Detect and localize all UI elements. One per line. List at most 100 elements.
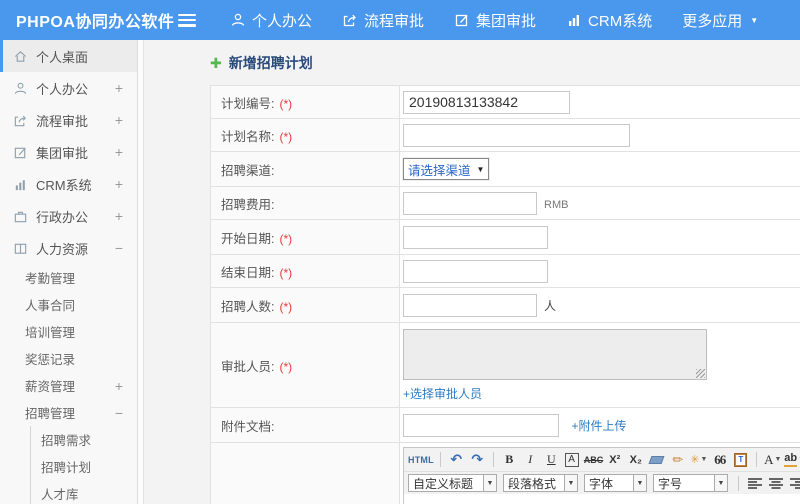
editor-content-area[interactable] (404, 494, 800, 504)
fee-input[interactable] (403, 191, 537, 215)
nav-more-apps[interactable]: 更多应用 ▼ (682, 10, 758, 31)
expand-icon[interactable]: + (115, 176, 123, 192)
top-nav: 个人办公 流程审批 集团审批 CRM系统 更多应用 ▼ (230, 10, 758, 31)
sidebar-item-talent-pool[interactable]: 人才库 (31, 480, 137, 504)
fee-unit: RMB (544, 199, 569, 211)
menu-icon[interactable] (178, 13, 196, 27)
paste-icon[interactable]: T (731, 450, 750, 469)
recruit-plan-form: 计划编号: (*) 计划名称: (*) 招聘渠道: 请选择渠道 ▼ 招聘费用: RM… (210, 85, 800, 504)
plan-no-input[interactable] (403, 90, 570, 114)
sidebar-item-crm[interactable]: CRM系统 + (0, 168, 137, 200)
attachment-input[interactable] (403, 413, 559, 437)
eraser-icon[interactable] (647, 450, 666, 469)
subscript-button[interactable]: X₂ (626, 450, 645, 469)
blockquote-button[interactable]: 66 (710, 450, 729, 469)
sidebar-item-group-approval[interactable]: 集团审批 + (0, 136, 137, 168)
nav-label: 集团审批 (476, 12, 537, 30)
required-mark: (*) (279, 96, 293, 111)
field-label: 计划名称: (221, 129, 275, 144)
font-size-dropdown[interactable]: 字号 ▼ (653, 474, 728, 492)
person-icon (13, 81, 28, 96)
sidebar-item-salary[interactable]: 薪资管理 + (0, 372, 137, 399)
boxed-a-button[interactable]: A (565, 452, 580, 467)
edit-icon (454, 12, 470, 28)
italic-button[interactable]: I (521, 450, 540, 469)
select-approvers-link[interactable]: +选择审批人员 (403, 385, 800, 402)
paragraph-format-dropdown[interactable]: 段落格式 ▼ (503, 474, 578, 492)
nav-personal-office[interactable]: 个人办公 (230, 10, 312, 31)
rich-text-editor: HTML ↶ ↷ B I U A ABC X² X₂ ✏ ✳ ▼ 66 T A … (403, 447, 800, 504)
sidebar-label: 招聘计划 (41, 461, 92, 475)
bold-button[interactable]: B (500, 450, 519, 469)
chevron-down-icon: ▼ (484, 474, 497, 492)
align-right-icon[interactable] (787, 474, 800, 493)
required-mark: (*) (279, 359, 293, 374)
workflow-icon (13, 113, 28, 128)
briefcase-icon (13, 209, 28, 224)
field-label: 招聘费用: (221, 197, 275, 212)
workflow-icon (342, 12, 358, 28)
field-label: 附件文档: (221, 419, 275, 434)
sidebar-item-training[interactable]: 培训管理 (0, 318, 137, 345)
approvers-textarea[interactable] (403, 329, 707, 380)
field-label: 招聘渠道: (221, 163, 275, 178)
expand-icon[interactable]: + (115, 208, 123, 224)
sidebar-item-attendance[interactable]: 考勤管理 (0, 264, 137, 291)
format-painter-icon[interactable]: ✳ ▼ (689, 450, 708, 469)
sidebar-item-recruit-plan[interactable]: 招聘计划 (31, 453, 137, 480)
expand-icon[interactable]: + (115, 80, 123, 96)
expand-icon[interactable]: + (115, 112, 123, 128)
plan-name-input[interactable] (403, 123, 630, 147)
font-family-dropdown[interactable]: 字体 ▼ (584, 474, 647, 492)
expand-icon[interactable]: + (115, 144, 123, 160)
sidebar-item-hr-contract[interactable]: 人事合同 (0, 291, 137, 318)
channel-select[interactable]: 请选择渠道 ▼ (403, 158, 490, 180)
nav-crm-system[interactable]: CRM系统 (566, 10, 652, 31)
nav-workflow-approval[interactable]: 流程审批 (342, 10, 424, 31)
top-header: PHPOA协同办公软件 个人办公 流程审批 集团审批 CRM系统 更多应用 ▼ (0, 0, 800, 40)
chevron-down-icon: ▼ (565, 474, 578, 492)
form-row-headcount: 招聘人数: (*) 人 (210, 287, 800, 323)
sidebar-item-desktop[interactable]: 个人桌面 (0, 40, 137, 72)
nav-group-approval[interactable]: 集团审批 (454, 10, 536, 31)
strikethrough-button[interactable]: ABC (584, 450, 604, 469)
sidebar-item-recruit-mgmt[interactable]: 招聘管理 − (0, 399, 137, 426)
sidebar-item-rewards[interactable]: 奖惩记录 (0, 345, 137, 372)
highlight-color-button[interactable]: ab▼ (784, 450, 800, 469)
required-mark: (*) (279, 265, 293, 280)
collapse-icon[interactable]: − (115, 405, 123, 421)
align-center-icon[interactable] (766, 474, 785, 493)
font-color-button[interactable]: A ▼ (763, 450, 782, 469)
end-date-input[interactable] (403, 259, 548, 283)
attachment-upload-link[interactable]: +附件上传 (571, 419, 626, 433)
sidebar-item-admin-office[interactable]: 行政办公 + (0, 200, 137, 232)
channel-select-value: 请选择渠道 (408, 163, 471, 178)
bar-chart-icon (566, 12, 582, 28)
form-row-fee: 招聘费用: RMB (210, 186, 800, 220)
sidebar-item-personal-office[interactable]: 个人办公 + (0, 72, 137, 104)
sidebar-item-hr[interactable]: 人力资源 − (0, 232, 137, 264)
sidebar-item-workflow-approval[interactable]: 流程审批 + (0, 104, 137, 136)
chevron-down-icon: ▼ (715, 474, 728, 492)
sidebar-item-recruit-demand[interactable]: 招聘需求 (31, 426, 137, 453)
sidebar-label: 个人桌面 (36, 49, 89, 65)
form-row-channel: 招聘渠道: 请选择渠道 ▼ (210, 151, 800, 187)
field-label: 招聘人数: (221, 299, 275, 314)
main-content: ✚ 新增招聘计划 计划编号: (*) 计划名称: (*) 招聘渠道: 请选择渠道 ▼ (144, 40, 800, 504)
field-label: 审批人员: (221, 359, 275, 374)
align-left-icon[interactable] (745, 474, 764, 493)
edit-icon (13, 145, 28, 160)
nav-label: CRM系统 (588, 12, 653, 30)
heading-dropdown[interactable]: 自定义标题 ▼ (408, 474, 497, 492)
expand-icon[interactable]: + (115, 378, 123, 394)
redo-icon[interactable]: ↷ (468, 450, 487, 469)
html-source-button[interactable]: HTML (408, 450, 434, 469)
headcount-input[interactable] (403, 293, 537, 317)
sidebar-label: 人才库 (41, 488, 79, 502)
collapse-icon[interactable]: − (115, 240, 123, 256)
undo-icon[interactable]: ↶ (447, 450, 466, 469)
underline-button[interactable]: U (542, 450, 561, 469)
brush-icon[interactable]: ✏ (668, 450, 687, 469)
superscript-button[interactable]: X² (605, 450, 624, 469)
start-date-input[interactable] (403, 225, 548, 249)
